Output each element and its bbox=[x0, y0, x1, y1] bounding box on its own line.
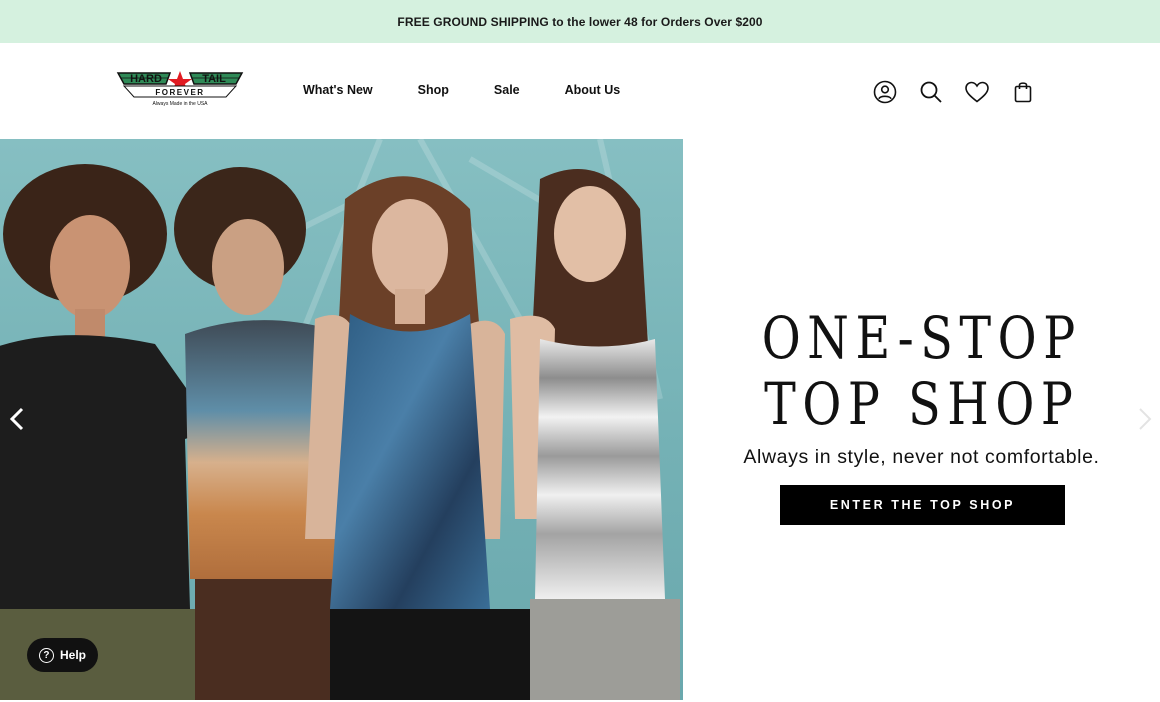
enter-top-shop-button[interactable]: ENTER THE TOP SHOP bbox=[780, 485, 1065, 525]
question-icon: ? bbox=[38, 647, 54, 663]
hard-tail-logo[interactable]: HARD TAIL FOREVER Always Made in the USA bbox=[116, 69, 244, 113]
hero-image[interactable] bbox=[0, 139, 683, 700]
site-header: HARD TAIL FOREVER Always Made in the USA… bbox=[0, 43, 1160, 139]
nav-item-about-us[interactable]: About Us bbox=[565, 83, 621, 97]
header-icon-group bbox=[872, 79, 1036, 105]
search-icon[interactable] bbox=[918, 79, 944, 105]
logo-word-forever: FOREVER bbox=[155, 88, 204, 97]
hero-title: ONE-STOP TOP SHOP bbox=[726, 305, 1117, 437]
help-button[interactable]: ? Help bbox=[27, 638, 98, 672]
logo-word-tail: TAIL bbox=[202, 73, 226, 85]
account-icon[interactable] bbox=[872, 79, 898, 105]
heart-icon[interactable] bbox=[964, 79, 990, 105]
nav-item-sale[interactable]: Sale bbox=[494, 83, 520, 97]
promo-text: FREE GROUND SHIPPING to the lower 48 for… bbox=[397, 14, 763, 29]
logo-tagline: Always Made in the USA bbox=[152, 101, 208, 107]
logo-word-hard: HARD bbox=[130, 73, 162, 85]
carousel-prev-arrow-icon[interactable] bbox=[6, 405, 30, 433]
carousel-next-arrow-icon[interactable] bbox=[1132, 405, 1156, 433]
hero-title-line-1: ONE-STOP bbox=[761, 304, 1082, 372]
hero-text-panel: ONE-STOP TOP SHOP Always in style, never… bbox=[683, 139, 1160, 700]
nav-item-shop[interactable]: Shop bbox=[418, 83, 449, 97]
shopping-bag-icon[interactable] bbox=[1010, 79, 1036, 105]
logo-graphic: HARD TAIL FOREVER Always Made in the USA bbox=[116, 71, 244, 107]
hero-models-illustration bbox=[0, 139, 680, 700]
nav-item-whats-new[interactable]: What's New bbox=[303, 83, 373, 97]
help-label: Help bbox=[59, 648, 86, 662]
promo-banner: FREE GROUND SHIPPING to the lower 48 for… bbox=[0, 0, 1160, 43]
hero-title-line-2: TOP SHOP bbox=[764, 370, 1080, 438]
hero-subtitle: Always in style, never not comfortable. bbox=[743, 446, 1100, 468]
main-nav: What's New Shop Sale About Us bbox=[303, 83, 665, 97]
